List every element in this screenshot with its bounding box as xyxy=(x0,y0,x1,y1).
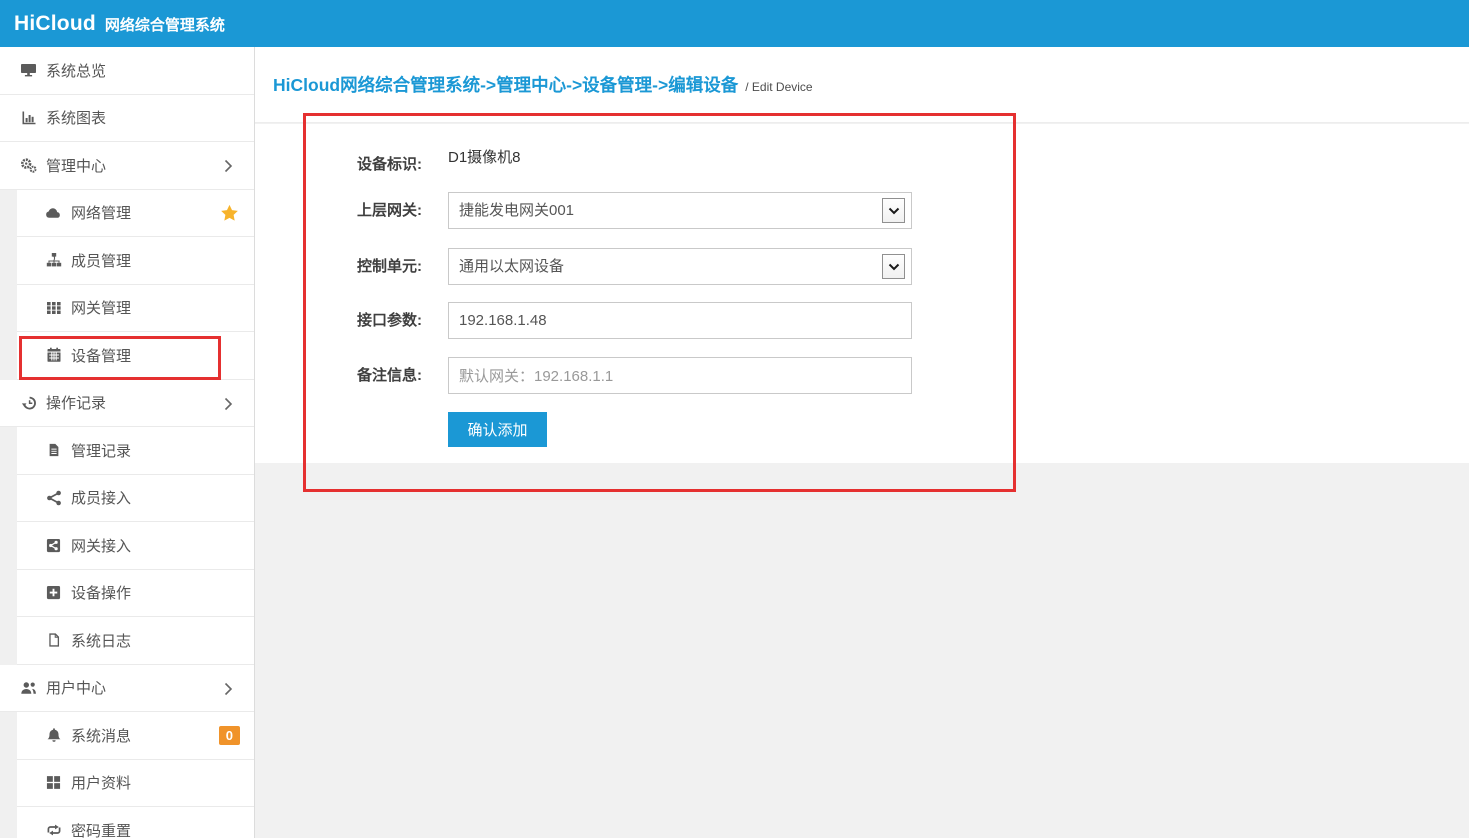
sidebar-item-device-operation[interactable]: 设备操作 xyxy=(17,570,254,618)
sidebar-item-label: 网关管理 xyxy=(71,297,131,318)
sidebar-item-label: 密码重置 xyxy=(71,820,131,838)
sidebar-item-user-center[interactable]: 用户中心 xyxy=(0,665,254,713)
breadcrumb-path[interactable]: HiCloud网络综合管理系统->管理中心->设备管理->编辑设备 xyxy=(273,72,738,97)
sidebar-item-system-charts[interactable]: 系统图表 xyxy=(0,95,254,143)
gears-icon xyxy=(19,157,38,174)
breadcrumb: HiCloud网络综合管理系统->管理中心->设备管理->编辑设备 / Edit… xyxy=(255,47,1469,123)
desktop-icon xyxy=(19,62,38,79)
sidebar-item-label: 网关接入 xyxy=(71,535,131,556)
sidebar-item-label: 设备操作 xyxy=(71,582,131,603)
remark-label: 备注信息: xyxy=(330,366,422,386)
sidebar-item-label: 用户资料 xyxy=(71,772,131,793)
sidebar-item-gateway-access[interactable]: 网关接入 xyxy=(17,522,254,570)
sidebar-item-system-overview[interactable]: 系统总览 xyxy=(0,47,254,95)
main-content: HiCloud网络综合管理系统->管理中心->设备管理->编辑设备 / Edit… xyxy=(255,47,1469,838)
interface-params-input[interactable] xyxy=(448,302,912,339)
message-count-badge: 0 xyxy=(219,726,240,745)
upper-gateway-select[interactable]: 捷能发电网关001 xyxy=(449,193,911,228)
sidebar-item-password-reset[interactable]: 密码重置 xyxy=(17,807,254,838)
interface-params-label: 接口参数: xyxy=(330,311,422,331)
device-id-value: D1摄像机8 xyxy=(448,146,521,167)
sidebar-item-label: 成员接入 xyxy=(71,487,131,508)
sidebar-item-label: 系统图表 xyxy=(46,107,106,128)
control-unit-label: 控制单元: xyxy=(330,257,422,277)
upper-gateway-select-wrapper: 捷能发电网关001 xyxy=(448,192,912,229)
device-id-label: 设备标识: xyxy=(330,155,422,175)
plus-square-icon xyxy=(44,584,63,601)
cloud-icon xyxy=(44,204,63,221)
upper-gateway-label: 上层网关: xyxy=(330,201,422,221)
sidebar-item-label: 系统日志 xyxy=(71,630,131,651)
sidebar-item-label: 成员管理 xyxy=(71,250,131,271)
share-icon xyxy=(44,489,63,506)
bell-icon xyxy=(44,727,63,744)
app-window: HiCloud 网络综合管理系统 系统总览 系统图表 管理中心 xyxy=(0,0,1469,838)
sidebar-item-operation-records[interactable]: 操作记录 xyxy=(0,380,254,428)
sidebar-item-label: 设备管理 xyxy=(71,345,131,366)
sidebar-item-member-management[interactable]: 成员管理 xyxy=(17,237,254,285)
history-icon xyxy=(19,394,38,411)
control-unit-select[interactable]: 通用以太网设备 xyxy=(449,249,911,284)
th-large-icon xyxy=(44,774,63,791)
top-bar: HiCloud 网络综合管理系统 xyxy=(0,0,1469,47)
breadcrumb-suffix: / Edit Device xyxy=(745,80,812,94)
sidebar-item-network-management[interactable]: 网络管理 xyxy=(17,190,254,238)
sidebar: 系统总览 系统图表 管理中心 网络管理 xyxy=(0,47,255,838)
file-text-icon xyxy=(44,442,63,459)
content-panel xyxy=(255,124,1469,463)
chevron-right-icon xyxy=(224,397,233,411)
sitemap-icon xyxy=(44,252,63,269)
star-icon xyxy=(220,204,239,222)
file-icon xyxy=(44,632,63,649)
share-square-icon xyxy=(44,537,63,554)
sidebar-item-label: 系统消息 xyxy=(71,725,131,746)
sidebar-item-label: 网络管理 xyxy=(71,202,131,223)
sidebar-item-system-logs[interactable]: 系统日志 xyxy=(17,617,254,665)
sidebar-item-member-access[interactable]: 成员接入 xyxy=(17,475,254,523)
product-title: 网络综合管理系统 xyxy=(105,14,225,35)
brand-logo: HiCloud xyxy=(14,12,96,36)
sidebar-item-gateway-management[interactable]: 网关管理 xyxy=(17,285,254,333)
reset-icon xyxy=(44,822,63,838)
users-icon xyxy=(19,679,38,696)
chevron-right-icon xyxy=(224,159,233,173)
sidebar-item-device-management[interactable]: 设备管理 xyxy=(17,332,254,380)
sidebar-item-label: 管理中心 xyxy=(46,155,106,176)
calendar-icon xyxy=(44,347,63,364)
sidebar-item-user-profile[interactable]: 用户资料 xyxy=(17,760,254,808)
sidebar-item-label: 管理记录 xyxy=(71,440,131,461)
sidebar-item-label: 系统总览 xyxy=(46,60,106,81)
grid-icon xyxy=(44,299,63,316)
confirm-add-button[interactable]: 确认添加 xyxy=(448,412,547,447)
sidebar-item-management-center[interactable]: 管理中心 xyxy=(0,142,254,190)
remark-input[interactable] xyxy=(448,357,912,394)
sidebar-item-system-messages[interactable]: 系统消息 0 xyxy=(17,712,254,760)
sidebar-item-label: 用户中心 xyxy=(46,677,106,698)
bar-chart-icon xyxy=(19,109,38,126)
control-unit-select-wrapper: 通用以太网设备 xyxy=(448,248,912,285)
chevron-right-icon xyxy=(224,682,233,696)
sidebar-item-management-records[interactable]: 管理记录 xyxy=(17,427,254,475)
sidebar-item-label: 操作记录 xyxy=(46,392,106,413)
